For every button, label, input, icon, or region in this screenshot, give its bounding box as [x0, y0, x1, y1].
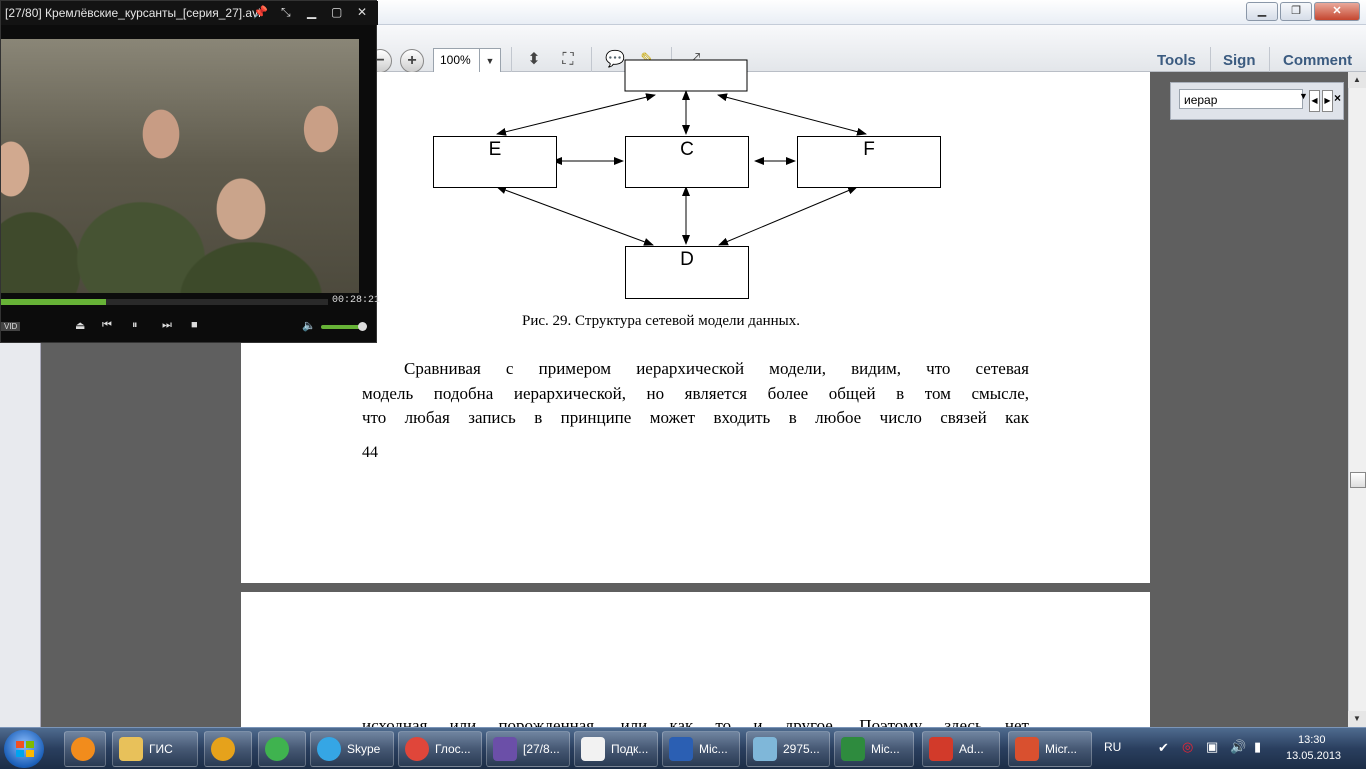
diagram-node-f: F — [797, 136, 941, 188]
video-frame[interactable] — [1, 39, 359, 293]
seek-bar-fill — [1, 299, 106, 305]
media-player-window[interactable]: [27/80] Кремлёвские_курсанты_[серия_27].… — [0, 0, 381, 343]
taskbar-item[interactable]: Micr... — [1008, 731, 1092, 767]
codec-badge: VID — [1, 322, 21, 331]
playback-time: 00:28:21 — [332, 295, 381, 306]
scrollbar-thumb[interactable] — [1350, 472, 1366, 488]
pause-icon[interactable]: ⏸ — [132, 319, 138, 332]
skype-icon — [317, 737, 341, 761]
image-viewer-icon — [753, 737, 777, 761]
chrome-icon — [405, 737, 429, 761]
player-title-text: [27/80] Кремлёвские_курсанты_[серия_27].… — [5, 6, 261, 20]
taskbar-item-label: Подк... — [611, 742, 649, 756]
diagram-node-top — [624, 59, 748, 92]
media-player-icon — [493, 737, 517, 761]
pdf-page — [241, 592, 1150, 727]
arrow-f-d — [718, 186, 858, 246]
shrink-icon[interactable]: ⤡ — [281, 5, 291, 20]
taskbar-item-label: 2975... — [783, 742, 820, 756]
diagram-node-d: D — [625, 246, 749, 299]
node-label: F — [863, 139, 875, 160]
powerpoint-icon — [1015, 737, 1039, 761]
network-icon[interactable]: ✔ — [1158, 740, 1169, 756]
volume-slider[interactable] — [321, 325, 363, 329]
taskbar-item[interactable]: Ad... — [922, 731, 1000, 767]
signal-icon[interactable]: ▮ — [1254, 739, 1261, 755]
windows-taskbar: ГИС Skype Глос... [27/8... Подк... Mic..… — [0, 727, 1366, 769]
vertical-scrollbar[interactable] — [1348, 72, 1366, 727]
language-indicator[interactable]: RU — [1104, 740, 1121, 754]
paragraph-line: Сравнивая с примером иерархической модел… — [404, 359, 1029, 378]
diagram-node-e: E — [433, 136, 557, 188]
acrobat-icon — [929, 737, 953, 761]
pin-icon[interactable]: 📌 — [253, 5, 268, 19]
taskbar-app-aimp[interactable] — [204, 731, 252, 767]
scroll-up-icon[interactable]: ▲ — [1348, 72, 1366, 88]
paragraph-line: что любая запись в принципе может входит… — [362, 408, 1029, 427]
taskbar-item[interactable]: [27/8... — [486, 731, 570, 767]
taskbar-item[interactable]: Skype — [310, 731, 394, 767]
speaker-icon[interactable]: 🔊 — [1230, 739, 1246, 755]
document-icon — [581, 737, 605, 761]
clock-time[interactable]: 13:30 — [1298, 734, 1326, 746]
node-label: C — [680, 139, 694, 160]
chevron-down-icon[interactable]: ▼ — [1299, 91, 1308, 101]
taskbar-app-mail-agent[interactable] — [258, 731, 306, 767]
scroll-down-icon[interactable]: ▼ — [1348, 711, 1366, 727]
page-number: 44 — [362, 444, 378, 461]
paragraph-line: модель подобна иерархической, но являетс… — [362, 384, 1029, 403]
figure-caption: Рис. 29. Структура сетевой модели данных… — [522, 313, 800, 329]
next-track-icon[interactable]: ⏭ — [162, 319, 172, 332]
taskbar-item[interactable]: Глос... — [398, 731, 482, 767]
excel-icon — [841, 737, 865, 761]
close-icon[interactable]: ✕ — [357, 5, 367, 19]
previous-track-icon[interactable]: ⏮ — [102, 319, 112, 332]
maximize-icon[interactable]: ▢ — [331, 5, 342, 19]
find-panel: иерар ▼ ◀ ▶ × — [1170, 82, 1344, 120]
volume-icon[interactable]: 🔈 — [302, 319, 316, 332]
taskbar-item-label: Mic... — [699, 742, 728, 756]
close-icon[interactable]: × — [1334, 91, 1341, 105]
taskbar-item[interactable]: Mic... — [834, 731, 914, 767]
player-title: [27/80] Кремлёвские_курсанты_[серия_27].… — [1, 1, 378, 25]
diagram-node-c: C — [625, 136, 749, 188]
windows-logo-icon — [16, 741, 34, 757]
app-icon — [211, 737, 235, 761]
taskbar-item-label: [27/8... — [523, 742, 560, 756]
node-label: E — [488, 139, 502, 160]
find-input[interactable]: иерар — [1179, 89, 1303, 109]
taskbar-item-label: Skype — [347, 742, 381, 756]
at-sign-icon — [265, 737, 289, 761]
minimize-icon[interactable]: ▁ — [307, 5, 316, 19]
arrow-e-d — [496, 186, 654, 246]
taskbar-item-label: Micr... — [1045, 742, 1077, 756]
taskbar-item-label: Mic... — [871, 742, 900, 756]
taskbar-item-label: Ad... — [959, 742, 984, 756]
node-label: D — [680, 249, 694, 270]
folder-icon — [119, 737, 143, 761]
antivirus-icon[interactable]: ◎ — [1182, 739, 1193, 755]
taskbar-app-2gis[interactable] — [64, 731, 106, 767]
taskbar-item-label: Глос... — [435, 742, 471, 756]
stop-icon[interactable]: ■ — [191, 319, 198, 331]
device-icon[interactable]: ▣ — [1206, 739, 1218, 755]
find-previous-icon[interactable]: ◀ — [1309, 90, 1320, 112]
taskbar-item[interactable]: 2975... — [746, 731, 830, 767]
arrow-top-e — [496, 93, 656, 136]
eject-icon[interactable]: ⏏ — [75, 319, 85, 332]
arrow-top-f — [717, 93, 867, 136]
clock-date[interactable]: 13.05.2013 — [1286, 750, 1341, 762]
taskbar-item[interactable]: Подк... — [574, 731, 658, 767]
word-icon — [669, 737, 693, 761]
taskbar-item-label: ГИС — [149, 742, 173, 756]
taskbar-item[interactable]: Mic... — [662, 731, 740, 767]
app-icon — [71, 737, 95, 761]
volume-knob[interactable] — [358, 322, 367, 331]
find-next-icon[interactable]: ▶ — [1322, 90, 1333, 112]
taskbar-item[interactable]: ГИС — [112, 731, 198, 767]
start-button[interactable] — [4, 730, 44, 768]
